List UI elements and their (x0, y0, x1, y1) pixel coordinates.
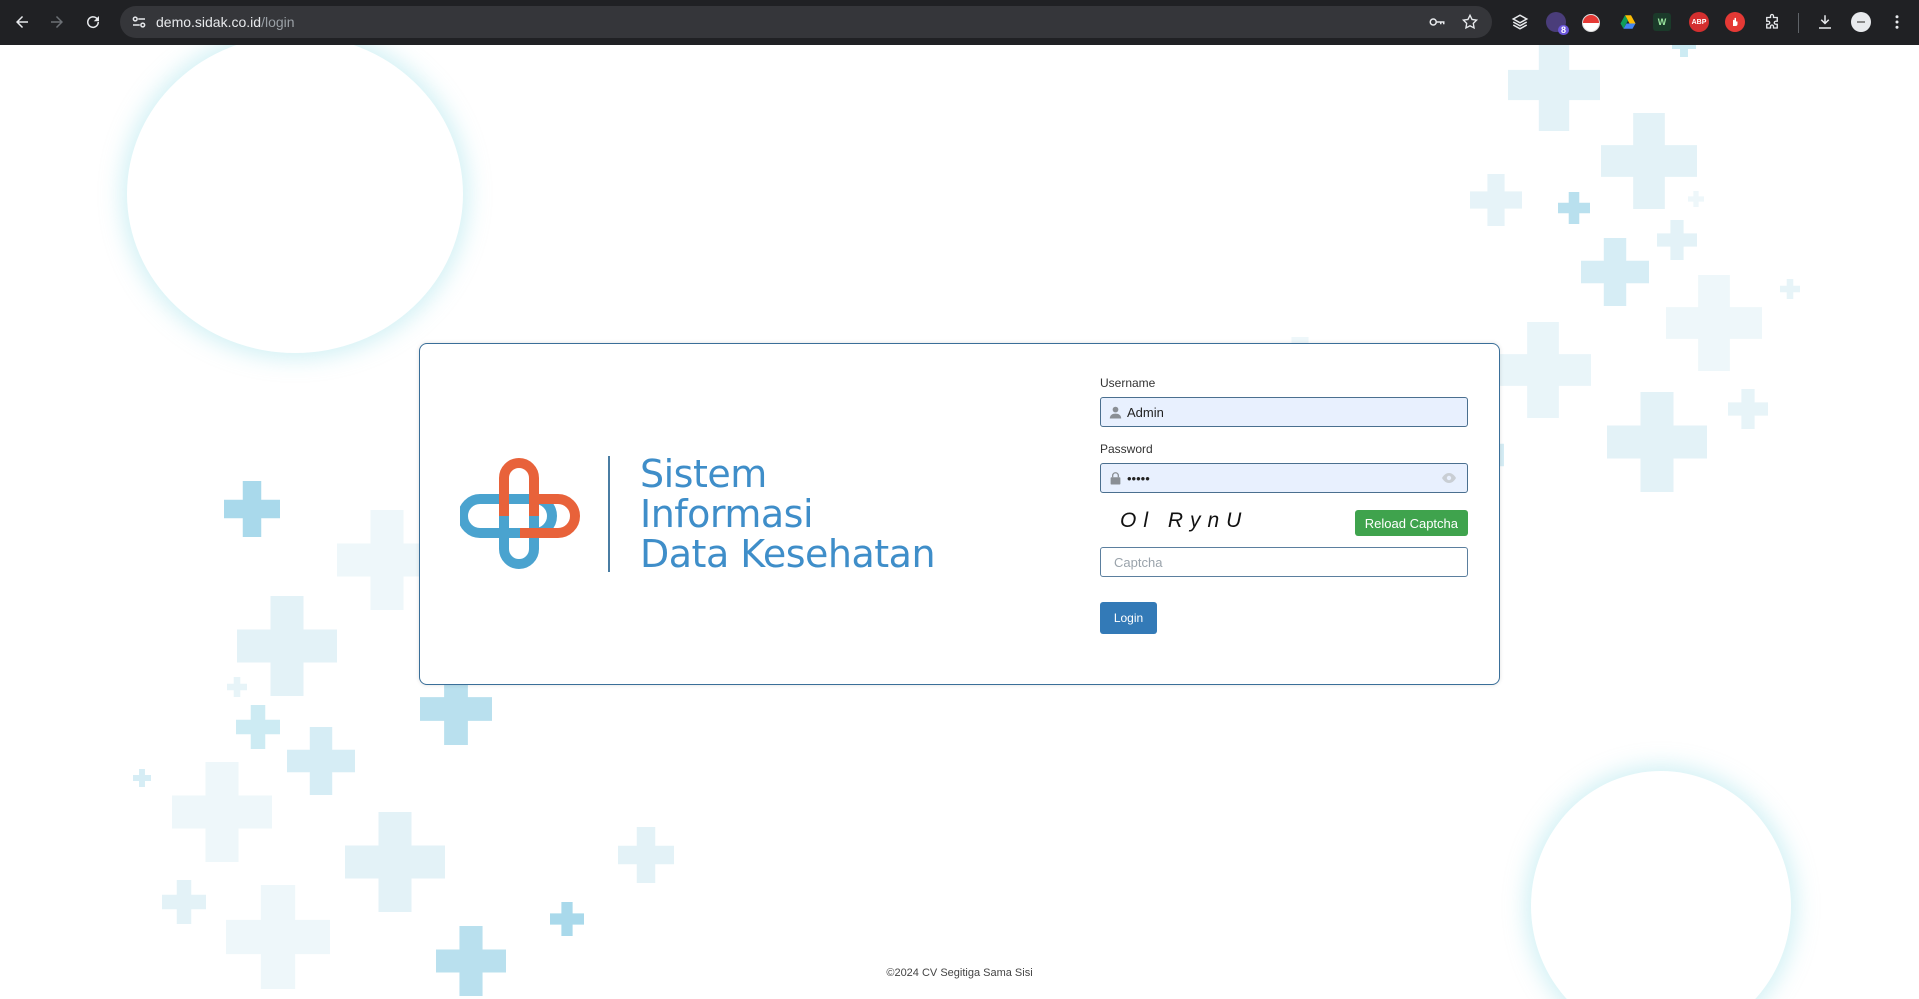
login-card: Sistem Informasi Data Kesehatan Username… (419, 343, 1500, 685)
show-password-eye-icon[interactable] (1441, 472, 1457, 484)
health-cross-logo-icon (460, 458, 580, 569)
username-field-wrapper (1100, 397, 1468, 427)
user-icon (1109, 406, 1122, 419)
chrome-menu-button[interactable] (1886, 11, 1908, 33)
browser-toolbar: demo.sidak.co.id/login 8 W ABP (0, 0, 1919, 45)
layers-extension-icon[interactable] (1510, 12, 1530, 32)
app-logo: Sistem Informasi Data Kesehatan (460, 454, 960, 584)
back-arrow-icon (16, 16, 28, 28)
username-label: Username (1100, 376, 1156, 390)
password-label: Password (1100, 442, 1153, 456)
profile-button[interactable] (1850, 11, 1872, 33)
url-host: demo.sidak.co.id (156, 14, 262, 30)
lock-icon (1110, 472, 1121, 485)
logo-line-2: Informasi (640, 492, 814, 536)
forward-button[interactable] (45, 10, 69, 34)
toolbar-separator (1798, 13, 1799, 33)
drive-extension-icon[interactable] (1618, 12, 1638, 32)
captcha-field-wrapper (1100, 547, 1468, 577)
badge-extension-icon[interactable]: 8 (1546, 12, 1569, 35)
avatar (1851, 12, 1871, 32)
login-button[interactable]: Login (1100, 602, 1157, 634)
pokeball-extension-icon[interactable] (1582, 14, 1600, 32)
adblock-extension-icon[interactable]: ABP (1689, 12, 1709, 32)
logo-line-1: Sistem (640, 452, 767, 496)
address-bar[interactable]: demo.sidak.co.id/login (120, 6, 1492, 38)
url-path: /login (261, 14, 295, 30)
w-extension-icon[interactable]: W (1653, 13, 1671, 31)
login-form: Username Password Ol RynU Reload Captcha (1100, 376, 1468, 634)
captcha-input[interactable] (1114, 548, 1454, 576)
logo-divider (608, 456, 610, 572)
reload-button[interactable] (81, 10, 105, 34)
reload-captcha-button[interactable]: Reload Captcha (1354, 510, 1468, 536)
password-key-icon[interactable] (1428, 13, 1446, 31)
captcha-row: Ol RynU Reload Captcha (1100, 505, 1468, 547)
puzzle-extension-icon[interactable] (1761, 11, 1783, 33)
footer-copyright: ©2024 CV Segitiga Sama Sisi (886, 967, 1033, 979)
url-text[interactable]: demo.sidak.co.id/login (156, 14, 295, 30)
kebab-menu-icon (1895, 15, 1899, 29)
adblock-label: ABP (1691, 18, 1707, 26)
captcha-image-text: Ol RynU (1120, 509, 1249, 532)
logo-wordmark: Sistem Informasi Data Kesehatan (640, 452, 936, 576)
reload-icon (87, 16, 100, 29)
hand-extension-icon[interactable] (1725, 12, 1745, 32)
logo-line-3: Data Kesehatan (640, 532, 936, 576)
downloads-button[interactable] (1814, 11, 1836, 33)
w-extension-label: W (1657, 17, 1667, 27)
password-input[interactable] (1127, 464, 1437, 492)
password-field-wrapper (1100, 463, 1468, 493)
forward-arrow-icon (51, 16, 63, 28)
download-icon (1819, 15, 1831, 29)
site-settings-icon[interactable] (130, 13, 148, 31)
extension-badge: 8 (1557, 25, 1569, 35)
username-input[interactable] (1127, 398, 1437, 426)
bookmark-star-icon[interactable] (1461, 13, 1479, 31)
back-button[interactable] (10, 10, 34, 34)
